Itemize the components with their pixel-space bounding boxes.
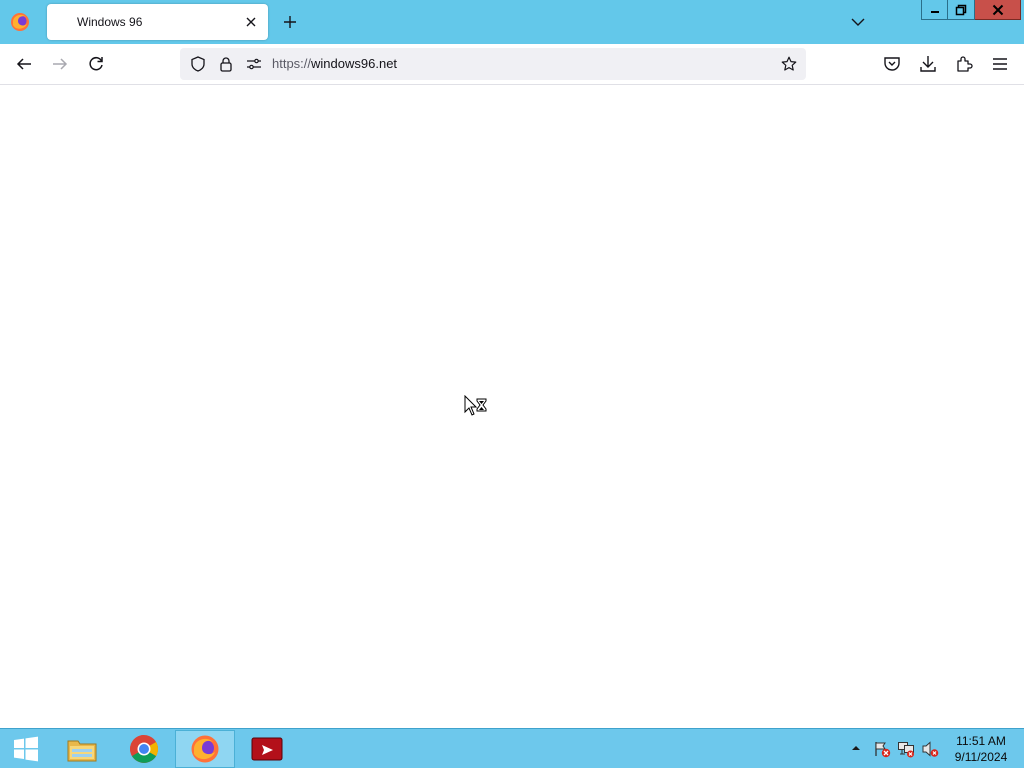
red-app-icon[interactable] bbox=[237, 730, 297, 768]
file-explorer-folder-icon[interactable] bbox=[52, 730, 112, 768]
busy-cursor-hourglass-icon bbox=[464, 394, 488, 417]
tab-title: Windows 96 bbox=[77, 15, 143, 29]
extensions-puzzle-icon[interactable] bbox=[953, 53, 975, 75]
taskbar: 11:51 AM 9/11/2024 bbox=[0, 728, 1024, 768]
downloads-icon[interactable] bbox=[917, 53, 939, 75]
tracking-protection-shield-icon[interactable] bbox=[190, 56, 206, 72]
tab-close-icon[interactable] bbox=[243, 14, 259, 30]
permissions-sliders-icon[interactable] bbox=[246, 56, 262, 72]
firefox-browser-icon[interactable] bbox=[175, 730, 235, 768]
tab-strip: Windows 96 bbox=[0, 0, 1024, 44]
action-center-flag-error-icon[interactable] bbox=[873, 740, 891, 758]
back-arrow-icon[interactable] bbox=[13, 53, 35, 75]
address-bar[interactable]: https://windows96.net bbox=[180, 48, 806, 80]
network-disconnected-icon[interactable] bbox=[897, 740, 915, 758]
window-restore-button[interactable] bbox=[948, 0, 975, 20]
new-tab-plus-icon[interactable] bbox=[281, 13, 299, 31]
volume-muted-icon[interactable] bbox=[921, 740, 939, 758]
pocket-save-icon[interactable] bbox=[881, 53, 903, 75]
start-button-windows-icon[interactable] bbox=[0, 730, 52, 768]
window-minimize-button[interactable] bbox=[921, 0, 948, 20]
url-host: windows96.net bbox=[311, 56, 398, 71]
url-protocol: https:// bbox=[272, 56, 312, 71]
show-hidden-icons-arrow-icon[interactable] bbox=[849, 741, 863, 759]
list-all-tabs-chevron-icon[interactable] bbox=[849, 13, 867, 31]
lock-icon[interactable] bbox=[218, 56, 234, 72]
bookmark-star-icon[interactable] bbox=[781, 56, 797, 72]
firefox-logo-icon[interactable] bbox=[10, 12, 30, 32]
clock-time: 11:51 AM bbox=[956, 734, 1006, 748]
navigation-toolbar: https://windows96.net bbox=[0, 44, 1024, 85]
url-text[interactable]: https://windows96.net bbox=[272, 56, 397, 71]
clock-date: 9/11/2024 bbox=[954, 750, 1008, 764]
reload-icon[interactable] bbox=[85, 53, 107, 75]
window-close-button[interactable] bbox=[975, 0, 1021, 20]
chrome-browser-icon[interactable] bbox=[114, 730, 174, 768]
system-clock[interactable]: 11:51 AM 9/11/2024 bbox=[946, 733, 1016, 765]
forward-arrow-icon[interactable] bbox=[49, 53, 71, 75]
browser-tab[interactable]: Windows 96 bbox=[47, 4, 268, 40]
page-content[interactable] bbox=[0, 85, 1024, 728]
hamburger-menu-icon[interactable] bbox=[989, 53, 1011, 75]
